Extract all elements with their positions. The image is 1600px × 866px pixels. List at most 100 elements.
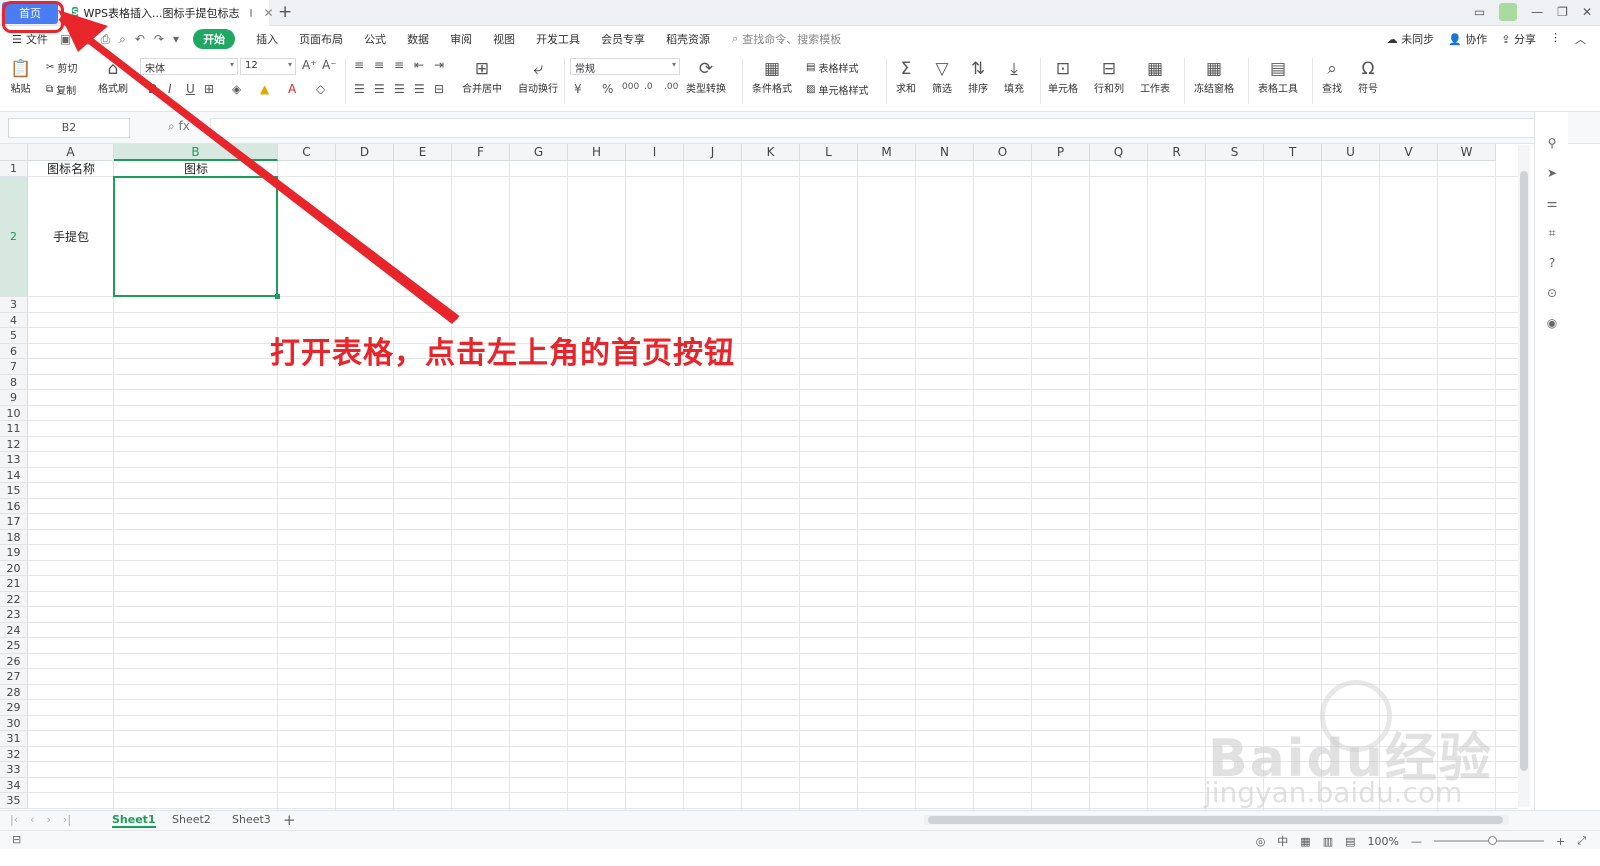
select-pointer-icon[interactable]: ➤ [1544, 166, 1560, 180]
justify-icon[interactable]: ☰ [414, 82, 425, 96]
crop-icon[interactable]: ⌗ [1544, 226, 1560, 241]
formula-input[interactable] [210, 118, 1560, 138]
column-header[interactable]: G [510, 144, 568, 161]
document-tab[interactable]: S WPS表格插入...图标手提包标志 ✕ [64, 0, 274, 26]
column-header[interactable]: T [1264, 144, 1322, 161]
copy-button[interactable]: ⧉ 复制 [46, 82, 76, 97]
page-view-icon[interactable]: ▥ [1323, 835, 1333, 848]
column-header[interactable]: I [626, 144, 684, 161]
zoom-level[interactable]: 100% [1368, 835, 1399, 848]
decrease-font-icon[interactable]: A⁻ [322, 58, 337, 72]
collapse-ribbon-icon[interactable]: ︿ [1575, 31, 1586, 47]
avatar[interactable] [1499, 3, 1518, 21]
format-painter-button[interactable]: ⌂ 格式刷 [98, 58, 128, 95]
column-header[interactable]: A [28, 144, 114, 161]
row-header[interactable]: 23 [0, 607, 28, 623]
freeze-panes-button[interactable]: ▦ 冻结窗格 [1194, 58, 1234, 95]
layout-icon[interactable]: ▭ [1474, 5, 1485, 19]
align-bottom-icon[interactable]: ≡ [394, 58, 404, 72]
restore-button[interactable]: ❐ [1557, 5, 1568, 19]
sheet-tab-3[interactable]: Sheet3 [232, 813, 271, 826]
row-header[interactable]: 29 [0, 700, 28, 716]
tab-view[interactable]: 视图 [493, 31, 515, 47]
bold-icon[interactable]: B [148, 82, 157, 96]
font-size-select[interactable]: 12 [240, 58, 296, 75]
input-mode[interactable]: 中 [1277, 833, 1288, 849]
row-header[interactable]: 5 [0, 328, 28, 344]
column-header[interactable]: S [1206, 144, 1264, 161]
tab-developer[interactable]: 开发工具 [536, 31, 580, 47]
currency-icon[interactable]: ¥ [574, 82, 582, 96]
collaborate-button[interactable]: 👤 协作 [1448, 31, 1487, 47]
column-header[interactable]: K [742, 144, 800, 161]
row-header[interactable]: 18 [0, 529, 28, 545]
adjust-icon[interactable]: ⚌ [1544, 196, 1560, 210]
decrease-decimal-icon[interactable]: .00 [664, 82, 678, 92]
row-header[interactable]: 24 [0, 622, 28, 638]
eye-protect-icon[interactable]: ◎ [1256, 835, 1266, 848]
row-header[interactable]: 8 [0, 374, 28, 390]
paste-button[interactable]: 📋 粘贴 [10, 58, 31, 95]
find-button[interactable]: ⌕ 查找 [1322, 58, 1342, 95]
column-header[interactable]: R [1148, 144, 1206, 161]
indent-increase-icon[interactable]: ⇥ [434, 58, 444, 72]
column-header[interactable]: C [278, 144, 336, 161]
column-header[interactable]: Q [1090, 144, 1148, 161]
cell-fill-icon[interactable]: ◈ [232, 82, 241, 96]
fill-handle[interactable] [275, 294, 280, 299]
reading-view-icon[interactable]: ▤ [1345, 835, 1355, 848]
fullscreen-icon[interactable]: ⤢ [1577, 834, 1586, 848]
sheet-tab-2[interactable]: Sheet2 [172, 813, 211, 826]
symbol-button[interactable]: Ω 符号 [1358, 58, 1378, 95]
selected-cell-b2[interactable] [113, 176, 278, 297]
clear-format-icon[interactable]: ◇ [316, 82, 325, 96]
save-icon[interactable]: ▣ [60, 32, 71, 47]
vertical-scrollbar[interactable] [1518, 145, 1530, 807]
row-header[interactable]: 3 [0, 297, 28, 313]
first-sheet-icon[interactable]: |‹ [10, 813, 18, 826]
underline-icon[interactable]: U [186, 82, 195, 96]
row-header[interactable]: 21 [0, 576, 28, 592]
row-header[interactable]: 1 [0, 161, 28, 177]
column-header[interactable]: D [336, 144, 394, 161]
row-header[interactable]: 7 [0, 359, 28, 375]
row-header[interactable]: 4 [0, 312, 28, 328]
row-header[interactable]: 13 [0, 452, 28, 468]
row-header[interactable]: 2 [0, 177, 28, 297]
conditional-format-button[interactable]: ▦ 条件格式 [752, 58, 792, 95]
column-header[interactable]: L [800, 144, 858, 161]
next-sheet-icon[interactable]: › [47, 813, 51, 826]
row-header[interactable]: 27 [0, 669, 28, 685]
filter-button[interactable]: ▽ 筛选 [932, 58, 952, 95]
merge-center-button[interactable]: ⊞ 合并居中 [462, 58, 502, 95]
name-box[interactable]: B2 [8, 118, 130, 138]
cell-a1[interactable]: 图标名称 [28, 161, 114, 177]
close-tab-icon[interactable]: ✕ [263, 6, 273, 20]
add-sheet-button[interactable]: + [283, 811, 296, 829]
column-header[interactable]: W [1438, 144, 1496, 161]
number-format-select[interactable]: 常规 [570, 58, 680, 75]
tab-review[interactable]: 审阅 [450, 31, 472, 47]
tab-data[interactable]: 数据 [407, 31, 429, 47]
align-top-icon[interactable]: ≡ [354, 58, 364, 72]
zoom-knob[interactable] [1487, 836, 1497, 845]
auto-wrap-button[interactable]: ⤶ 自动换行 [518, 58, 558, 95]
backup-icon[interactable]: ⊙ [1544, 286, 1560, 300]
increase-decimal-icon[interactable]: .0 [644, 82, 653, 92]
column-header[interactable]: F [452, 144, 510, 161]
increase-font-icon[interactable]: A⁺ [302, 58, 317, 72]
sync-button[interactable]: ☁ 未同步 [1387, 31, 1435, 47]
row-header[interactable]: 17 [0, 514, 28, 530]
cut-button[interactable]: ✂ 剪切 [46, 60, 77, 75]
row-header[interactable]: 35 [0, 793, 28, 809]
tab-page-layout[interactable]: 页面布局 [299, 31, 343, 47]
print-preview-icon[interactable]: ⌕ [119, 32, 126, 47]
row-header[interactable]: 26 [0, 653, 28, 669]
share-button[interactable]: ⇪ 分享 [1501, 31, 1536, 47]
spreadsheet-grid[interactable]: A B C D E F G H I J K L M N O P Q R S T U V W 1 2 3 4 5 6 7 8 9 10 11 12 13… [0, 144, 1552, 810]
tab-formulas[interactable]: 公式 [364, 31, 386, 47]
zoom-in-icon[interactable]: + [1556, 835, 1565, 848]
cell-button[interactable]: ⊡ 单元格 [1048, 58, 1078, 95]
row-header[interactable]: 31 [0, 731, 28, 747]
file-menu[interactable]: ☰ 文件 [12, 31, 48, 47]
